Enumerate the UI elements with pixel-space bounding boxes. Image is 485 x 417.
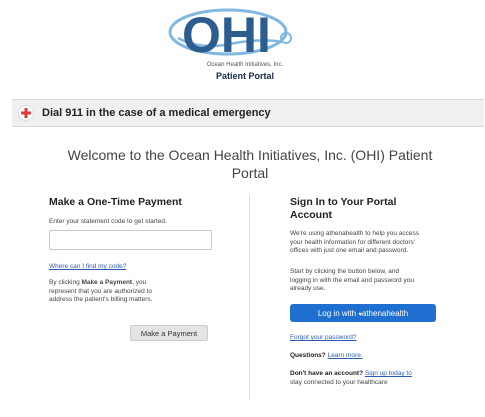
signin-heading-line-1: Sign In to Your Portal: [290, 196, 397, 208]
disclaimer-suffix: , you: [132, 279, 147, 286]
signin-info-line: We're using athenahealth to help you acc…: [290, 230, 420, 237]
forgot-password-link[interactable]: Forgot your password?: [290, 334, 356, 341]
signup-link[interactable]: Sign up today to: [365, 370, 412, 377]
athena-login-button[interactable]: Log in with ♥athenahealth: [290, 304, 436, 322]
welcome-heading: Welcome to the Ocean Health Initiatives,…: [40, 146, 460, 182]
athena-brand: athenahealth: [361, 308, 409, 318]
ohi-logo-graphic: OHI: [168, 7, 292, 63]
disclaimer-prefix: By clicking: [49, 279, 82, 286]
statement-code-input[interactable]: [49, 230, 212, 250]
disclaimer-line-2: represent that you are authorized to: [49, 287, 152, 295]
signin-start: Start by clicking the button below, and …: [290, 268, 450, 294]
company-name: Ocean Health Initiatives, Inc.: [206, 62, 284, 68]
ohi-logo: OHI Ocean Health Initiatives, Inc. Patie…: [150, 4, 340, 90]
signin-heading: Sign In to Your Portal Account: [290, 196, 396, 222]
questions-row: Questions? Learn more.: [290, 352, 363, 359]
welcome-line-1: Welcome to the Ocean Health Initiatives,…: [67, 147, 433, 163]
column-divider: [249, 195, 250, 400]
signup-row: Don't have an account? Sign up today to …: [290, 370, 450, 387]
signin-heading-line-2: Account: [290, 209, 332, 221]
portal-label: Patient Portal: [215, 71, 274, 81]
no-account-label: Don't have an account?: [290, 370, 364, 377]
find-code-link[interactable]: Where can I find my code?: [49, 263, 126, 270]
signin-start-line: Start by clicking the button below, and: [290, 268, 400, 275]
signin-start-line: logging in with the email and password y…: [290, 276, 414, 284]
payment-disclaimer: By clicking Make a Payment, you represen…: [49, 279, 229, 305]
disclaimer-bold: Make a Payment: [81, 279, 133, 286]
disclaimer-line-3: address the patient's billing matters.: [49, 296, 153, 303]
payment-instruction: Enter your statement code to get started…: [49, 218, 167, 225]
signin-info-line: offices with just one email and password…: [290, 247, 409, 254]
learn-more-link[interactable]: Learn more.: [328, 352, 363, 359]
alert-text: Dial 911 in the case of a medical emerge…: [42, 107, 271, 119]
red-cross-icon: [18, 105, 34, 121]
welcome-line-2: Portal: [231, 165, 269, 181]
brand-text: OHI: [182, 7, 271, 63]
questions-label: Questions?: [290, 352, 326, 359]
signin-info: We're using athenahealth to help you acc…: [290, 230, 450, 256]
athena-button-prefix: Log in with: [317, 308, 359, 318]
emergency-alert: Dial 911 in the case of a medical emerge…: [12, 99, 484, 127]
payment-heading: Make a One-Time Payment: [49, 196, 182, 208]
signin-info-line: your health information for different do…: [290, 238, 416, 246]
signin-start-line: already use.: [290, 285, 326, 292]
make-payment-button[interactable]: Make a Payment: [130, 325, 208, 341]
signup-line-2: stay connected to your healthcare: [290, 378, 388, 386]
